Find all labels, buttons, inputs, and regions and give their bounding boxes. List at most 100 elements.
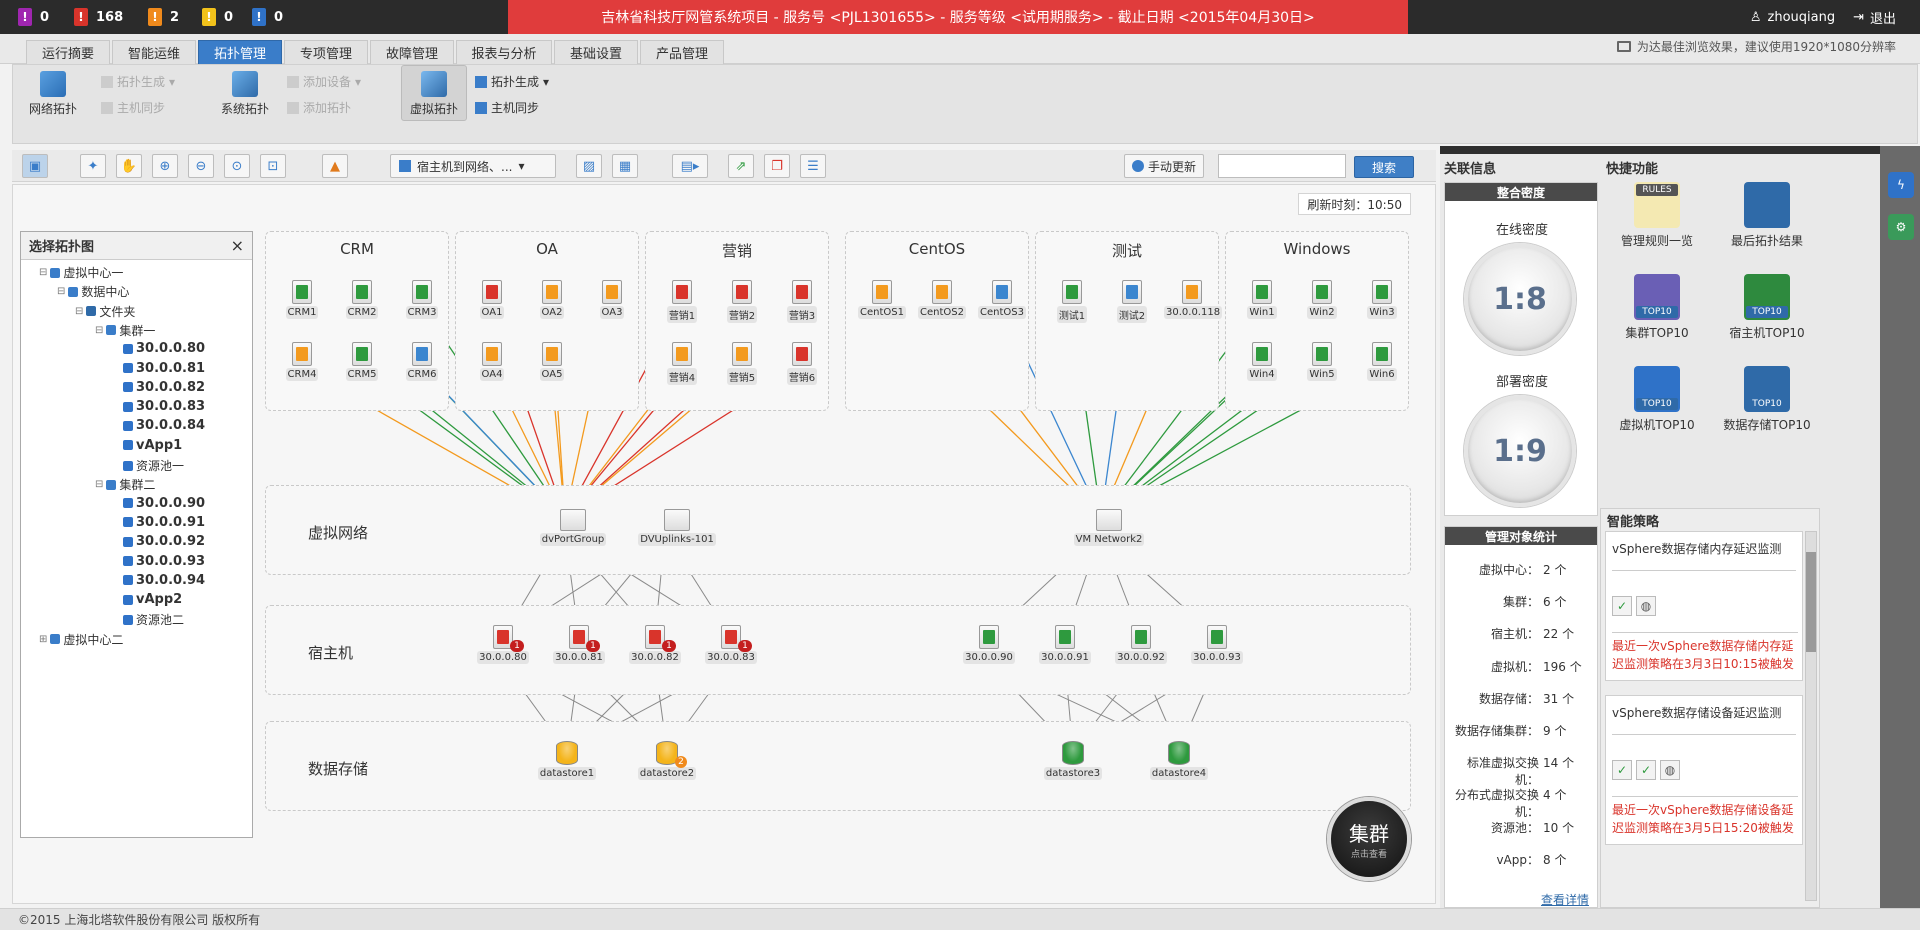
search-input[interactable] — [1218, 154, 1346, 178]
strategy-scrollbar[interactable] — [1805, 531, 1817, 901]
check-icon[interactable]: ✓ — [1612, 760, 1632, 780]
check-icon[interactable]: ✓ — [1636, 760, 1656, 780]
select-mode-button[interactable]: ▣ — [22, 154, 48, 178]
network-node[interactable]: dvPortGroup — [537, 509, 609, 546]
tree-node[interactable]: ⊞ 虚拟中心二 — [39, 631, 123, 648]
collapse-icon[interactable]: ⊟ — [95, 479, 103, 490]
pan-button[interactable]: ✋ — [116, 154, 142, 178]
tab-3[interactable]: 专项管理 — [284, 40, 368, 64]
host-node[interactable]: 1 30.0.0.80 — [475, 625, 531, 664]
tab-4[interactable]: 故障管理 — [370, 40, 454, 64]
strategy-card[interactable]: vSphere数据存储内存延迟监测 ✓ ◍ 最近一次vSphere数据存储内存延迟监测… — [1605, 531, 1803, 681]
device-menu-button[interactable]: ▤▸ — [672, 154, 708, 178]
layout-button[interactable]: ▲ — [322, 154, 348, 178]
check-icon[interactable]: ✓ — [1612, 596, 1632, 616]
tree-node[interactable]: 30.0.0.81 — [123, 361, 205, 376]
host-node[interactable]: 30.0.0.90 — [961, 625, 1017, 664]
tab-5[interactable]: 报表与分析 — [456, 40, 552, 64]
quick-item[interactable]: TOP10 集群TOP10 — [1602, 274, 1712, 341]
compass-button[interactable]: ✦ — [80, 154, 106, 178]
host-node[interactable]: 1 30.0.0.82 — [627, 625, 683, 664]
tab-1[interactable]: 智能运维 — [112, 40, 196, 64]
tree-node[interactable]: 30.0.0.92 — [123, 534, 205, 549]
host-node[interactable]: 1 30.0.0.83 — [703, 625, 759, 664]
image-button[interactable]: ▨ — [576, 154, 602, 178]
lightning-icon[interactable]: ϟ — [1888, 172, 1914, 198]
fit-button[interactable]: ⊙ — [224, 154, 250, 178]
virtual-topo-button[interactable]: 虚拟拓扑 — [401, 65, 467, 121]
search-button[interactable]: 搜索 — [1354, 156, 1414, 178]
globe-icon[interactable]: ◍ — [1636, 596, 1656, 616]
tree-node[interactable]: 30.0.0.93 — [123, 554, 205, 569]
export-button[interactable]: ⇗ — [728, 154, 754, 178]
datastore-node[interactable]: 2 datastore2 — [635, 741, 699, 780]
globe-icon[interactable]: ◍ — [1660, 760, 1680, 780]
host-node[interactable]: 30.0.0.91 — [1037, 625, 1093, 664]
tree-node[interactable]: ⊟ 集群一 — [95, 322, 155, 339]
window-button[interactable]: ❐ — [764, 154, 790, 178]
host-sync-button[interactable]: 主机同步 — [475, 99, 539, 116]
logout-icon[interactable]: ⇥ — [1853, 10, 1864, 25]
close-icon[interactable]: × — [231, 236, 244, 255]
datastore-node[interactable]: datastore1 — [535, 741, 599, 780]
tab-6[interactable]: 基础设置 — [554, 40, 638, 64]
tab-0[interactable]: 运行摘要 — [26, 40, 110, 64]
alert-counter[interactable]: ! 0 — [252, 8, 283, 26]
cluster-view-button[interactable]: 集群 点击查看 — [1327, 797, 1411, 881]
logout-link[interactable]: 退出 — [1870, 8, 1896, 27]
stats-more-link[interactable]: 查看详情 — [1541, 891, 1589, 908]
tree-node[interactable]: ⊟ 集群二 — [95, 476, 155, 493]
username[interactable]: zhouqiang — [1768, 10, 1836, 25]
view-dropdown[interactable]: 宿主机到网络、... ▾ — [390, 154, 556, 178]
alert-counter[interactable]: ! 2 — [148, 8, 179, 26]
manual-update-button[interactable]: 手动更新 — [1124, 154, 1204, 178]
network-node[interactable]: DVUplinks-101 — [637, 509, 717, 546]
tree-node[interactable]: ⊟ 虚拟中心一 — [39, 264, 123, 281]
gear-icon[interactable]: ⚙ — [1888, 214, 1914, 240]
tab-7[interactable]: 产品管理 — [640, 40, 724, 64]
strategy-scroll-thumb[interactable] — [1806, 552, 1816, 652]
alert-counter[interactable]: ! 168 — [74, 8, 123, 26]
host-node[interactable]: 1 30.0.0.81 — [551, 625, 607, 664]
tree-node[interactable]: ⊟ 文件夹 — [75, 303, 135, 320]
tree-node[interactable]: 30.0.0.82 — [123, 380, 205, 395]
system-topo-button[interactable]: 系统拓扑 — [221, 71, 269, 117]
tab-2[interactable]: 拓扑管理 — [198, 40, 282, 64]
fullscreen-button[interactable]: ⊡ — [260, 154, 286, 178]
tree-node[interactable]: 30.0.0.94 — [123, 573, 205, 588]
tree-node[interactable]: 30.0.0.83 — [123, 399, 205, 414]
tree-node[interactable]: ⊟ 数据中心 — [57, 283, 129, 300]
host-node[interactable]: 30.0.0.92 — [1113, 625, 1169, 664]
collapse-icon[interactable]: ⊟ — [57, 286, 65, 297]
tree-node[interactable]: vApp2 — [123, 592, 182, 607]
quick-item[interactable]: RULES 管理规则一览 — [1602, 182, 1712, 249]
network-node[interactable]: VM Network2 — [1073, 509, 1145, 546]
datastore-node[interactable]: datastore3 — [1041, 741, 1105, 780]
expand-icon[interactable]: ⊞ — [39, 634, 47, 645]
alert-counter[interactable]: ! 0 — [202, 8, 233, 26]
zoom-in-button[interactable]: ⊕ — [152, 154, 178, 178]
quick-item[interactable]: 最后拓扑结果 — [1712, 182, 1822, 249]
properties-button[interactable]: ☰ — [800, 154, 826, 178]
datastore-node[interactable]: datastore4 — [1147, 741, 1211, 780]
strategy-card[interactable]: vSphere数据存储设备延迟监测 ✓ ✓ ◍ 最近一次vSphere数据存储设备延迟监… — [1605, 695, 1803, 845]
host-node[interactable]: 30.0.0.93 — [1189, 625, 1245, 664]
tree-node[interactable]: vApp1 — [123, 438, 182, 453]
quick-item[interactable]: TOP10 宿主机TOP10 — [1712, 274, 1822, 341]
tree-node[interactable]: 资源池二 — [123, 611, 184, 628]
network-topo-button[interactable]: 网络拓扑 — [29, 71, 77, 117]
tree-node[interactable]: 30.0.0.90 — [123, 496, 205, 511]
overview-button[interactable]: ▦ — [612, 154, 638, 178]
alert-counter[interactable]: ! 0 — [18, 8, 49, 26]
collapse-icon[interactable]: ⊟ — [95, 325, 103, 336]
collapse-icon[interactable]: ⊟ — [75, 306, 83, 317]
tree-node[interactable]: 30.0.0.91 — [123, 515, 205, 530]
tree-node[interactable]: 资源池一 — [123, 457, 184, 474]
collapse-icon[interactable]: ⊟ — [39, 267, 47, 278]
tree-node[interactable]: 30.0.0.80 — [123, 341, 205, 356]
zoom-out-button[interactable]: ⊖ — [188, 154, 214, 178]
tree-node[interactable]: 30.0.0.84 — [123, 418, 205, 433]
topo-gen-button[interactable]: 拓扑生成 ▾ — [475, 73, 549, 90]
quick-item[interactable]: TOP10 虚拟机TOP10 — [1602, 366, 1712, 433]
quick-item[interactable]: TOP10 数据存储TOP10 — [1712, 366, 1822, 433]
